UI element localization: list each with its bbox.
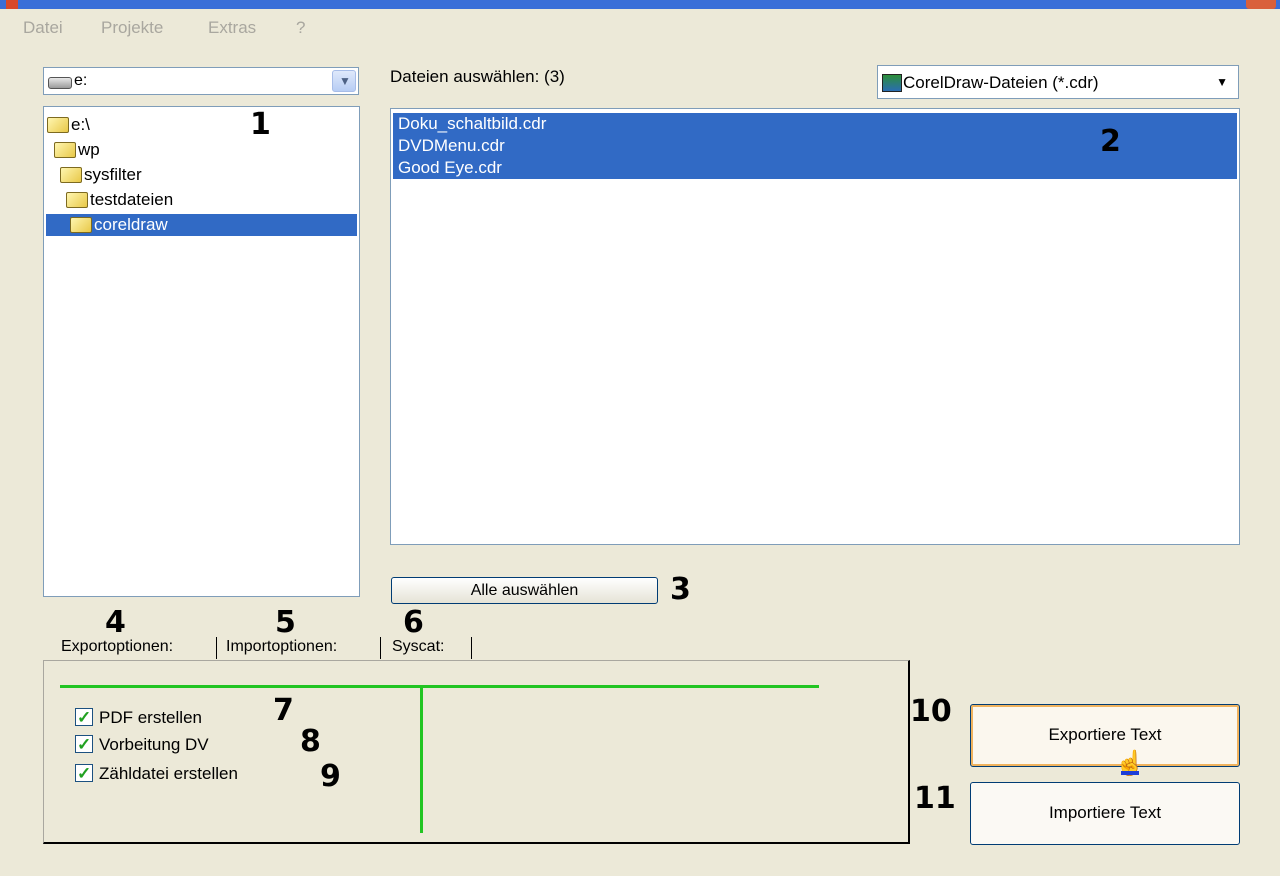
- menu-projekte[interactable]: Projekte: [101, 18, 163, 38]
- tab-syscat[interactable]: Syscat:: [390, 633, 446, 661]
- drive-icon: [48, 77, 72, 89]
- panel-divider-vertical: [420, 685, 423, 833]
- tree-item-label: e:\: [71, 115, 90, 134]
- file-type-value: CorelDraw-Dateien (*.cdr): [903, 73, 1099, 92]
- cursor-marker: [1121, 771, 1139, 775]
- callout-11: 11: [914, 781, 956, 816]
- export-text-button[interactable]: Exportiere Text: [970, 704, 1240, 767]
- menu-bar: Datei Projekte Extras ?: [0, 18, 1280, 46]
- coreldraw-icon: [882, 74, 902, 92]
- open-folder-icon: [54, 141, 76, 158]
- drive-value: e:: [74, 72, 88, 89]
- tree-item-testdateien[interactable]: testdateien: [66, 189, 173, 211]
- tree-item-root[interactable]: e:\: [47, 114, 90, 136]
- open-folder-icon: [47, 116, 69, 133]
- file-type-select[interactable]: CorelDraw-Dateien (*.cdr) ▼: [877, 65, 1239, 99]
- pdf-checkbox[interactable]: ✓: [75, 708, 93, 727]
- tab-separator: [380, 637, 381, 659]
- zaehldatei-label: Zähldatei erstellen: [99, 764, 238, 783]
- title-bar: [0, 0, 1280, 9]
- tab-separator: [216, 637, 217, 659]
- tree-item-wp[interactable]: wp: [54, 139, 100, 161]
- pdf-label: PDF erstellen: [99, 708, 202, 727]
- tree-item-label: sysfilter: [84, 165, 142, 184]
- open-folder-icon: [70, 216, 92, 233]
- callout-10: 10: [910, 694, 952, 729]
- drive-dropdown-button[interactable]: ▼: [332, 70, 356, 92]
- chevron-down-icon[interactable]: ▼: [1216, 75, 1228, 89]
- vorbeitung-checkbox[interactable]: ✓: [75, 735, 93, 754]
- tree-item-sysfilter[interactable]: sysfilter: [60, 164, 142, 186]
- callout-3: 3: [670, 572, 691, 607]
- close-button[interactable]: [1246, 0, 1276, 9]
- tab-importoptionen[interactable]: Importoptionen:: [224, 633, 339, 661]
- folder-tree[interactable]: e:\ wp sysfilter testdateien coreldraw: [43, 106, 360, 597]
- tree-item-label: coreldraw: [94, 215, 168, 234]
- callout-2: 2: [1100, 124, 1121, 159]
- file-list[interactable]: Doku_schaltbild.cdr DVDMenu.cdr Good Eye…: [390, 108, 1240, 545]
- checkmark-icon: ✓: [77, 708, 92, 727]
- callout-1: 1: [250, 107, 271, 142]
- open-folder-icon: [66, 191, 88, 208]
- app-icon: [6, 0, 18, 9]
- vorbeitung-label: Vorbeitung DV: [99, 735, 209, 754]
- tree-item-coreldraw[interactable]: coreldraw: [46, 214, 357, 236]
- select-all-button[interactable]: Alle auswählen: [391, 577, 658, 604]
- open-folder-icon: [60, 166, 82, 183]
- tree-item-label: wp: [78, 140, 100, 159]
- checkmark-icon: ✓: [77, 764, 92, 783]
- zaehldatei-checkbox[interactable]: ✓: [75, 764, 93, 783]
- tab-exportoptionen[interactable]: Exportoptionen:: [59, 633, 175, 661]
- import-text-button[interactable]: Importiere Text: [970, 782, 1240, 845]
- chevron-down-icon: ▼: [339, 74, 351, 88]
- files-label: Dateien auswählen: (3): [390, 67, 565, 86]
- menu-datei[interactable]: Datei: [23, 18, 63, 38]
- panel-divider-horizontal: [60, 685, 819, 688]
- checkmark-icon: ✓: [77, 735, 92, 754]
- tree-item-label: testdateien: [90, 190, 174, 209]
- menu-help[interactable]: ?: [296, 18, 305, 38]
- drive-select[interactable]: e: ▼: [43, 67, 359, 95]
- menu-extras[interactable]: Extras: [208, 18, 256, 38]
- tab-separator: [471, 637, 472, 659]
- list-item[interactable]: Good Eye.cdr: [393, 157, 1237, 179]
